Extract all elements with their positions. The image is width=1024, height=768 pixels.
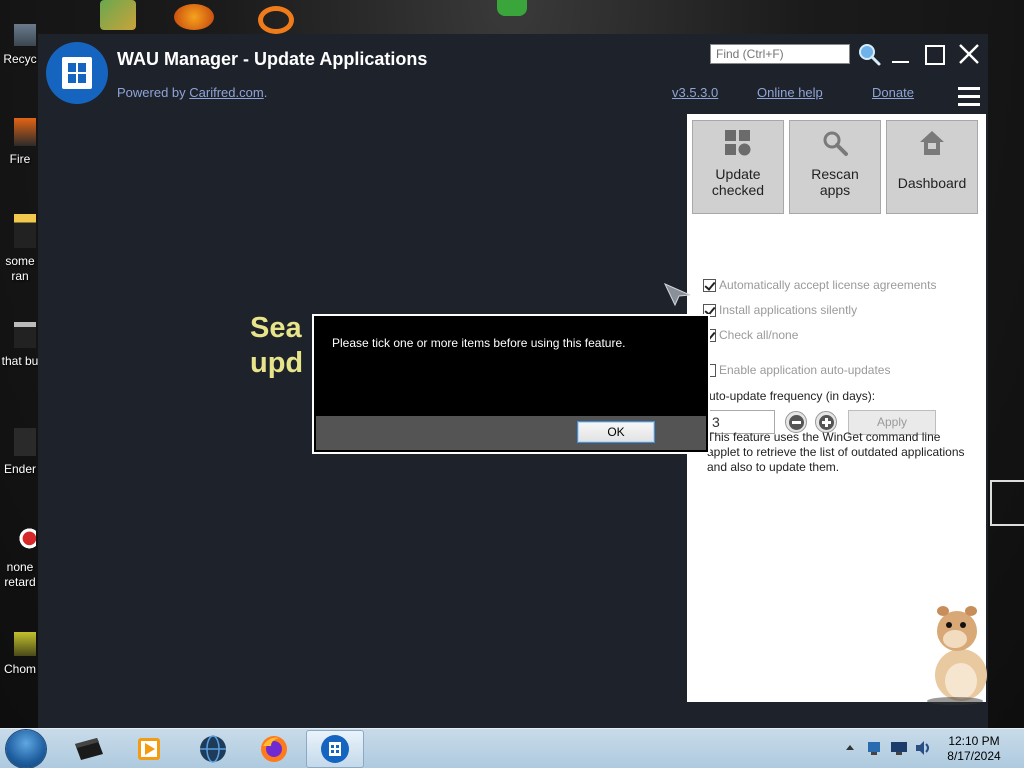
desktop-icon-none-retard[interactable]: none retard [0,528,40,590]
monitor-icon[interactable] [890,740,908,756]
taskbar-media-player[interactable] [120,730,178,768]
tray-expand-icon[interactable] [845,743,855,753]
dashboard-button[interactable]: Dashboard [886,120,978,214]
start-button-icon[interactable] [6,730,46,768]
red-circle-icon [14,528,36,554]
plus-icon [818,414,834,430]
install-silently-checkbox[interactable]: Install applications silently [703,303,857,317]
powered-by: Powered by Carifred.com. [117,85,268,100]
magnifier-icon [823,131,848,156]
minimize-icon[interactable] [888,42,914,68]
home-icon [920,131,944,155]
desktop-icon-chom[interactable]: Chom [0,632,40,677]
top-desktop-icon-4[interactable] [497,0,527,16]
top-desktop-icon-3[interactable] [258,6,294,34]
hamster-mascot-icon [927,606,987,705]
firefox-icon [261,736,287,762]
maximize-icon[interactable] [922,42,948,68]
accept-license-checkbox[interactable]: Automatically accept license agreements [703,278,936,292]
auto-updates-checkbox[interactable]: Enable application auto-updates [703,363,890,377]
globe-icon [200,735,226,763]
wau-logo-icon [46,42,108,104]
taskbar-file-manager[interactable] [60,730,118,768]
taskbar-globe[interactable] [184,730,242,768]
desktop-icon-that-bu[interactable]: that bu [0,322,40,369]
check-all-checkbox[interactable]: Check all/none [703,328,798,342]
chom-icon [14,632,36,656]
grid-icon [725,130,751,156]
top-desktop-icon-2[interactable] [174,4,214,30]
dialog-footer: OK [316,416,706,450]
file-icon [14,322,36,348]
carifred-link[interactable]: Carifred.com [189,85,263,100]
window-title: WAU Manager - Update Applications [117,49,428,69]
rescan-apps-button[interactable]: Rescan apps [789,120,881,214]
taskbar-firefox[interactable] [245,730,303,768]
network-icon[interactable] [866,740,882,756]
donate-link[interactable]: Donate [872,85,914,100]
desktop-icon-ender[interactable]: Ender [0,428,40,477]
frequency-label: uto-update frequency (in days): [709,389,876,403]
taskbar: 12:10 PM 8/17/2024 [0,728,1024,768]
find-input[interactable] [710,44,850,64]
hamburger-menu-icon[interactable] [958,87,980,107]
minus-icon [788,414,804,430]
mouse-pointer-icon [664,283,691,307]
desktop-icon-some-ran[interactable]: some ran [0,214,40,284]
background-window-fragment [990,480,1024,526]
media-player-icon [138,738,160,760]
folder-icon [14,214,36,248]
tray-clock[interactable]: 12:10 PM 8/17/2024 [936,734,1012,764]
desktop-icon-recycle-bin[interactable]: Recyc [0,24,40,67]
message-dialog: Please tick one or more items before usi… [312,314,710,454]
online-help-link[interactable]: Online help [757,85,823,100]
winget-info-text: This feature uses the WinGet command lin… [707,430,965,474]
update-checked-button[interactable]: Update checked [692,120,784,214]
version-link[interactable]: v3.5.3.0 [672,85,718,100]
search-icon[interactable] [856,42,882,68]
top-desktop-icon-1[interactable] [100,0,136,30]
ender-icon [14,428,36,456]
recycle-bin-icon [14,24,36,46]
dialog-message: Please tick one or more items before usi… [332,336,626,350]
taskbar-wau-manager[interactable] [306,730,364,768]
fire-icon [14,118,36,146]
wau-manager-icon [321,735,349,763]
ok-button[interactable]: OK [577,421,655,443]
close-icon[interactable] [956,42,982,68]
volume-icon[interactable] [914,740,932,756]
desktop-icon-fire[interactable]: Fire [0,118,40,167]
file-manager-icon [75,738,103,760]
